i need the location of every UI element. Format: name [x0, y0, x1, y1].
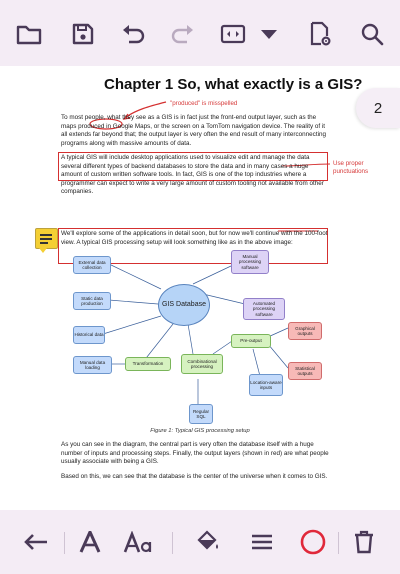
node-pre-output: Pre-output	[231, 334, 271, 348]
node-external-data: External data collection	[73, 256, 111, 274]
node-statistical-outputs: Statistical outputs	[288, 362, 322, 380]
document-settings-icon[interactable]	[303, 17, 337, 51]
circle-shape-icon[interactable]	[295, 524, 331, 560]
text-icon[interactable]	[72, 524, 108, 560]
node-regular-sql: Regular SQL	[189, 404, 213, 424]
fit-width-icon[interactable]	[216, 17, 250, 51]
bottom-toolbar	[0, 510, 400, 574]
node-manual-loading: Manual data loading	[73, 356, 112, 374]
undo-icon[interactable]	[116, 17, 150, 51]
misspelled-note[interactable]: "produced" is misspelled	[170, 100, 237, 108]
figure-caption: Figure 1: Typical GIS processing setup	[150, 428, 250, 434]
divider	[172, 532, 173, 554]
document-page[interactable]: Chapter 1 So, what exactly is a GIS? "pr…	[0, 66, 400, 510]
fill-color-icon[interactable]	[190, 524, 226, 560]
folder-icon[interactable]	[12, 17, 46, 51]
paragraph-diagram-explanation: As you can see in the diagram, the centr…	[61, 441, 329, 466]
delete-icon[interactable]	[346, 524, 382, 560]
paragraph-intro: To most people, what they see as a GIS i…	[61, 114, 326, 147]
divider	[338, 532, 339, 554]
back-arrow-icon[interactable]	[18, 524, 54, 560]
gis-diagram: External data collection Static data pro…	[63, 244, 337, 424]
punctuation-note[interactable]: Use proper punctuations	[333, 160, 388, 175]
node-graphical-outputs: Graphical outputs	[288, 322, 322, 340]
paragraph-conclusion: Based on this, we can see that the datab…	[61, 473, 328, 480]
top-toolbar	[0, 0, 400, 66]
divider	[64, 532, 65, 554]
page-indicator[interactable]: 2	[356, 88, 400, 128]
dropdown-icon[interactable]	[252, 17, 286, 51]
font-size-icon[interactable]	[120, 524, 156, 560]
redo-icon[interactable]	[166, 17, 200, 51]
node-static-data: Static data production	[73, 292, 111, 310]
node-transformation: Transformation	[125, 357, 171, 371]
sticky-note-icon[interactable]	[35, 228, 58, 253]
node-location-inputs: Location-aware inputs	[249, 374, 283, 396]
line-style-icon[interactable]	[244, 524, 280, 560]
node-historical-data: Historical data	[73, 326, 105, 344]
node-manual-processing: Manual processing software	[231, 250, 269, 274]
paragraph-typical-gis: A typical GIS will include desktop appli…	[61, 154, 324, 196]
search-icon[interactable]	[355, 17, 389, 51]
save-icon[interactable]	[66, 17, 100, 51]
node-combinational: Combinational processing	[181, 354, 223, 374]
node-automated-processing: Automated processing software	[243, 298, 285, 320]
node-gis-database: GIS Database	[158, 284, 210, 326]
